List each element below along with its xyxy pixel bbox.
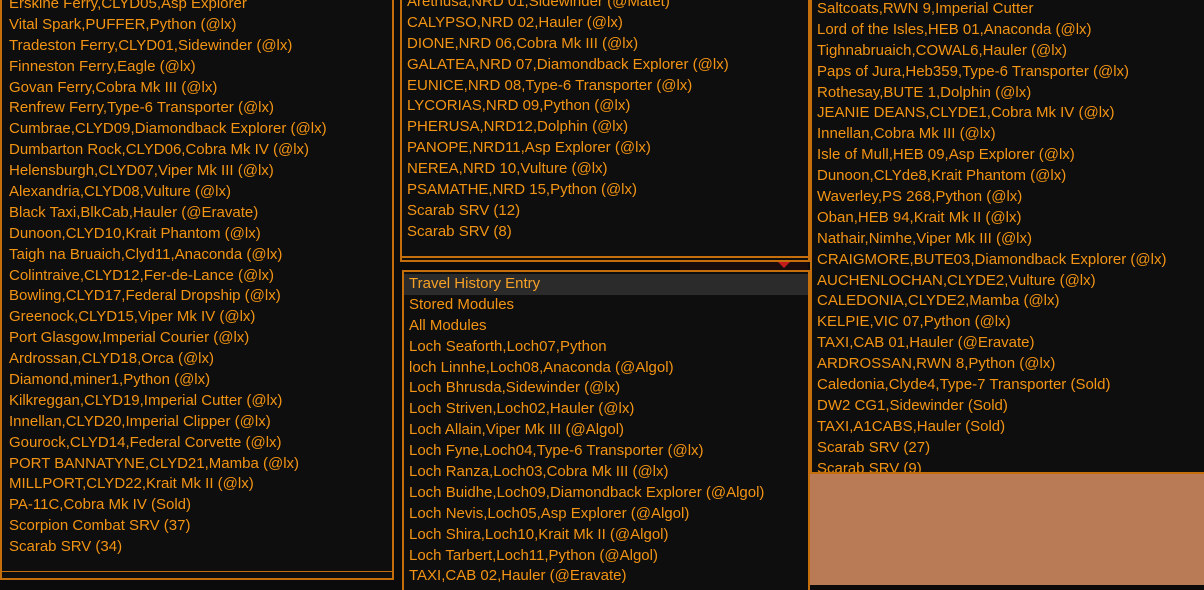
ship-list-dropdown-left: Erskine Ferry,CLYD05,Asp Explorer Vital … (0, 0, 394, 580)
list-item[interactable]: Loch Shira,Loch10,Krait Mk II (@Algol) (404, 525, 808, 546)
list-item[interactable]: Saltcoats,RWN 9,Imperial Cutter (812, 0, 1204, 20)
list-item[interactable]: loch Linnhe,Loch08,Anaconda (@Algol) (404, 358, 808, 379)
list-item[interactable]: Dunoon,CLYD10,Krait Phantom (@lx) (2, 224, 392, 245)
empty-area (810, 474, 1204, 585)
list-item[interactable]: Diamond,miner1,Python (@lx) (2, 370, 392, 391)
background-strip (680, 262, 808, 270)
ship-list: Erskine Ferry,CLYD05,Asp Explorer Vital … (2, 0, 392, 558)
list-item[interactable]: EUNICE,NRD 08,Type-6 Transporter (@lx) (402, 76, 808, 97)
list-item[interactable]: PA-11C,Cobra Mk IV (Sold) (2, 495, 392, 516)
list-item[interactable]: Tighnabruaich,COWAL6,Hauler (@lx) (812, 41, 1204, 62)
list-item[interactable]: Ardrossan,CLYD18,Orca (@lx) (2, 349, 392, 370)
list-item[interactable]: Tradeston Ferry,CLYD01,Sidewinder (@lx) (2, 36, 392, 57)
list-item[interactable]: Erskine Ferry,CLYD05,Asp Explorer (2, 0, 392, 15)
list-item[interactable]: JEANIE DEANS,CLYDE1,Cobra Mk IV (@lx) (812, 103, 1204, 124)
list-item[interactable]: Loch Striven,Loch02,Hauler (@lx) (404, 399, 808, 420)
ship-list-dropdown-bottom-middle: Travel History Entry Stored Modules All … (402, 270, 810, 590)
list-item[interactable]: Dumbarton Rock,CLYD06,Cobra Mk IV (@lx) (2, 140, 392, 161)
list-item[interactable]: Loch Bhrusda,Sidewinder (@lx) (404, 378, 808, 399)
list-item[interactable]: Scarab SRV (12) (402, 201, 808, 222)
ship-list: Saltcoats,RWN 9,Imperial Cutter Lord of … (812, 0, 1204, 472)
list-item[interactable]: CALEDONIA,CLYDE2,Mamba (@lx) (812, 291, 1204, 312)
list-item[interactable]: Loch Allain,Viper Mk III (@Algol) (404, 420, 808, 441)
dropdown-arrow-icon (778, 262, 790, 268)
ship-list-dropdown-top-middle: Arethusa,NRD 01,Sidewinder (@Matet) CALY… (400, 0, 810, 262)
list-item[interactable]: Loch Tarbert,Loch11,Python (@Algol) (404, 546, 808, 567)
list-item[interactable]: CRAIGMORE,BUTE03,Diamondback Explorer (@… (812, 250, 1204, 271)
ship-list: Arethusa,NRD 01,Sidewinder (@Matet) CALY… (402, 0, 808, 243)
list-item[interactable]: LYCORIAS,NRD 09,Python (@lx) (402, 96, 808, 117)
list-item[interactable]: Isle of Mull,HEB 09,Asp Explorer (@lx) (812, 145, 1204, 166)
list-item[interactable]: Rothesay,BUTE 1,Dolphin (@lx) (812, 83, 1204, 104)
list-item[interactable]: Dunoon,CLYde8,Krait Phantom (@lx) (812, 166, 1204, 187)
list-item[interactable]: Vital Spark,PUFFER,Python (@lx) (2, 15, 392, 36)
ship-list-dropdown-right: Saltcoats,RWN 9,Imperial Cutter Lord of … (810, 0, 1204, 474)
list-item[interactable]: Greenock,CLYD15,Viper Mk IV (@lx) (2, 307, 392, 328)
list-item[interactable]: PANOPE,NRD11,Asp Explorer (@lx) (402, 138, 808, 159)
ship-list: Travel History Entry Stored Modules All … (404, 272, 808, 587)
list-item[interactable]: Helensburgh,CLYD07,Viper Mk III (@lx) (2, 161, 392, 182)
list-item[interactable]: Kilkreggan,CLYD19,Imperial Cutter (@lx) (2, 391, 392, 412)
list-item[interactable]: Alexandria,CLYD08,Vulture (@lx) (2, 182, 392, 203)
list-item[interactable]: Innellan,CLYD20,Imperial Clipper (@lx) (2, 412, 392, 433)
list-item[interactable]: Finneston Ferry,Eagle (@lx) (2, 57, 392, 78)
list-item[interactable]: PSAMATHE,NRD 15,Python (@lx) (402, 180, 808, 201)
list-item[interactable]: Scarab SRV (27) (812, 438, 1204, 459)
list-item[interactable]: Nathair,Nimhe,Viper Mk III (@lx) (812, 229, 1204, 250)
list-item[interactable]: ARDROSSAN,RWN 8,Python (@lx) (812, 354, 1204, 375)
list-item[interactable]: Cumbrae,CLYD09,Diamondback Explorer (@lx… (2, 119, 392, 140)
list-item[interactable]: GALATEA,NRD 07,Diamondback Explorer (@lx… (402, 55, 808, 76)
list-item[interactable]: Loch Seaforth,Loch07,Python (404, 337, 808, 358)
list-item[interactable]: Oban,HEB 94,Krait Mk II (@lx) (812, 208, 1204, 229)
list-item[interactable]: NEREA,NRD 10,Vulture (@lx) (402, 159, 808, 180)
list-item[interactable]: Stored Modules (404, 295, 808, 316)
list-item[interactable]: Scarab SRV (34) (2, 537, 392, 558)
list-item[interactable]: KELPIE,VIC 07,Python (@lx) (812, 312, 1204, 333)
list-item[interactable]: Loch Ranza,Loch03,Cobra Mk III (@lx) (404, 462, 808, 483)
list-item[interactable]: Colintraive,CLYD12,Fer-de-Lance (@lx) (2, 266, 392, 287)
list-item[interactable]: Paps of Jura,Heb359,Type-6 Transporter (… (812, 62, 1204, 83)
list-item[interactable]: Caledonia,Clyde4,Type-7 Transporter (Sol… (812, 375, 1204, 396)
list-item[interactable]: TAXI,CAB 02,Hauler (@Eravate) (404, 566, 808, 587)
list-item[interactable]: Bowling,CLYD17,Federal Dropship (@lx) (2, 286, 392, 307)
list-item-selected[interactable]: Travel History Entry (404, 274, 808, 295)
list-item[interactable]: CALYPSO,NRD 02,Hauler (@lx) (402, 13, 808, 34)
list-item[interactable]: Renfrew Ferry,Type-6 Transporter (@lx) (2, 98, 392, 119)
list-item[interactable]: AUCHENLOCHAN,CLYDE2,Vulture (@lx) (812, 271, 1204, 292)
list-item[interactable]: Loch Fyne,Loch04,Type-6 Transporter (@lx… (404, 441, 808, 462)
list-item[interactable]: PHERUSA,NRD12,Dolphin (@lx) (402, 117, 808, 138)
list-item[interactable]: Arethusa,NRD 01,Sidewinder (@Matet) (402, 0, 808, 13)
list-item[interactable]: DIONE,NRD 06,Cobra Mk III (@lx) (402, 34, 808, 55)
list-item[interactable]: Lord of the Isles,HEB 01,Anaconda (@lx) (812, 20, 1204, 41)
list-item[interactable]: All Modules (404, 316, 808, 337)
list-item[interactable]: Waverley,PS 268,Python (@lx) (812, 187, 1204, 208)
list-item[interactable]: Black Taxi,BlkCab,Hauler (@Eravate) (2, 203, 392, 224)
list-item[interactable]: MILLPORT,CLYD22,Krait Mk II (@lx) (2, 474, 392, 495)
list-item[interactable]: Govan Ferry,Cobra Mk III (@lx) (2, 78, 392, 99)
list-item[interactable]: Scarab SRV (8) (402, 222, 808, 243)
list-item[interactable]: Scorpion Combat SRV (37) (2, 516, 392, 537)
list-item[interactable]: Scarab SRV (9) (812, 459, 1204, 472)
list-item[interactable]: Port Glasgow,Imperial Courier (@lx) (2, 328, 392, 349)
list-item[interactable]: Taigh na Bruaich,Clyd11,Anaconda (@lx) (2, 245, 392, 266)
list-item[interactable]: Gourock,CLYD14,Federal Corvette (@lx) (2, 433, 392, 454)
divider (2, 571, 392, 572)
list-item[interactable]: Innellan,Cobra Mk III (@lx) (812, 124, 1204, 145)
divider (402, 256, 808, 258)
list-item[interactable]: PORT BANNATYNE,CLYD21,Mamba (@lx) (2, 454, 392, 475)
list-item[interactable]: DW2 CG1,Sidewinder (Sold) (812, 396, 1204, 417)
list-item[interactable]: Loch Nevis,Loch05,Asp Explorer (@Algol) (404, 504, 808, 525)
list-item[interactable]: TAXI,A1CABS,Hauler (Sold) (812, 417, 1204, 438)
list-item[interactable]: TAXI,CAB 01,Hauler (@Eravate) (812, 333, 1204, 354)
list-item[interactable]: Loch Buidhe,Loch09,Diamondback Explorer … (404, 483, 808, 504)
